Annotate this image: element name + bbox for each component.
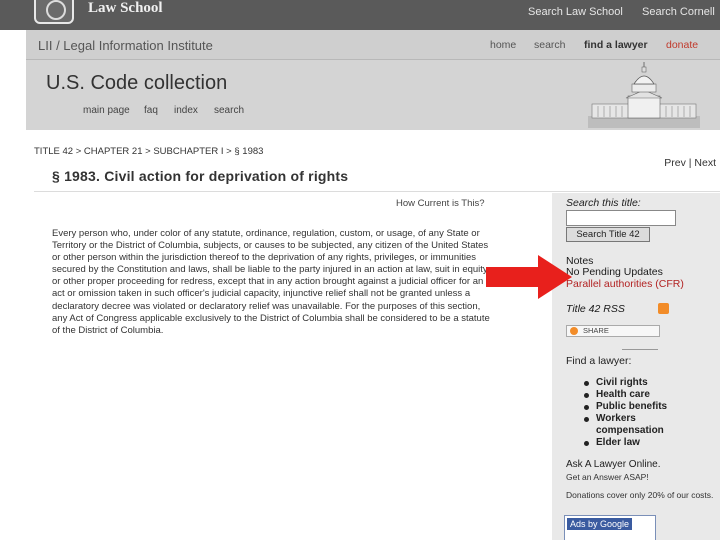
lawyer-link-health-care[interactable]: Health care [582,389,667,401]
lii-title[interactable]: LII / Legal Information Institute [38,38,213,53]
lawyer-link-elder-law[interactable]: Elder law [582,437,667,449]
share-label: SHARE [583,326,609,335]
get-answer-text[interactable]: Get an Answer ASAP! [566,472,649,483]
search-title-label: Search this title: [566,197,641,209]
donations-text: Donations cover only 20% of our costs. [566,490,714,500]
collection-title: U.S. Code collection [46,72,228,94]
nav-index[interactable]: index [174,105,198,116]
prev-next-nav: Prev | Next [664,157,716,169]
search-cornell-link[interactable]: Search Cornell [642,6,715,18]
ask-lawyer-link[interactable]: Ask A Lawyer Online. [566,459,661,470]
right-sidebar: Search this title: Search Title 42 Notes… [552,193,720,540]
nav-main-page[interactable]: main page [83,105,130,116]
lawyer-link-public-benefits[interactable]: Public benefits [582,401,667,413]
capitol-building-icon [588,62,700,128]
ads-box[interactable]: Ads by Google [564,515,656,540]
lawyer-link-workers[interactable]: Workers [582,413,667,425]
divider [34,191,720,192]
section-text: Every person who, under color of any sta… [52,228,490,336]
search-title-input[interactable] [566,210,676,226]
share-icon [570,327,578,335]
search-title-button[interactable]: Search Title 42 [566,227,650,242]
title-rss-link[interactable]: Title 42 RSS [566,303,625,315]
collection-bar: U.S. Code collection main page faq index… [26,60,720,130]
lii-bar: LII / Legal Information Institute home s… [26,30,720,60]
search-law-school-link[interactable]: Search Law School [528,6,623,18]
divider [622,349,658,350]
nav-search[interactable]: search [534,39,566,51]
lawyer-list: Civil rights Health care Public benefits… [582,377,667,449]
how-current-link[interactable]: How Current is This? [396,198,485,209]
nav-home[interactable]: home [490,39,516,51]
find-lawyer-heading: Find a lawyer: [566,355,632,367]
pending-updates-link[interactable]: No Pending Updates [566,266,663,278]
parallel-authorities-link[interactable]: Parallel authorities (CFR) [566,278,684,290]
cornell-seal-icon[interactable] [34,0,74,24]
nav-donate[interactable]: donate [666,39,698,51]
breadcrumb[interactable]: TITLE 42 > CHAPTER 21 > SUBCHAPTER I > §… [34,146,263,157]
school-name[interactable]: Law School [88,0,163,17]
prev-next-separator: | [688,157,692,169]
nav-faq[interactable]: faq [144,105,158,116]
top-header: Law School Search Law School Search Corn… [0,0,720,30]
next-link[interactable]: Next [694,157,716,169]
prev-link[interactable]: Prev [664,157,686,169]
section-title: § 1983. Civil action for deprivation of … [52,168,349,184]
nav-find-lawyer[interactable]: find a lawyer [584,39,648,51]
share-button[interactable]: SHARE [566,325,660,337]
ads-by-google-label[interactable]: Ads by Google [567,518,633,530]
nav-search-collection[interactable]: search [214,105,244,116]
rss-icon[interactable] [658,303,669,314]
red-arrow-annotation-icon [486,255,572,299]
lawyer-link-compensation[interactable]: compensation [582,425,667,437]
lawyer-link-civil-rights[interactable]: Civil rights [582,377,667,389]
